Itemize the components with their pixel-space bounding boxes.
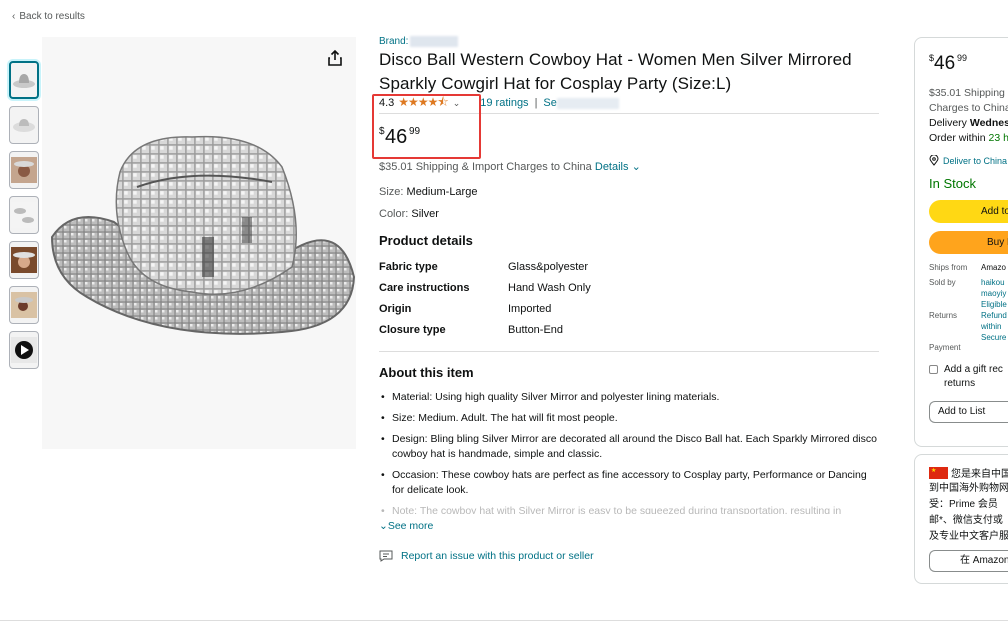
ratings-count-link[interactable]: 19 ratings (480, 97, 528, 109)
buy-box: $ 46 99 $35.01 Shipping Charges to China… (914, 37, 1008, 447)
share-icon[interactable] (326, 49, 344, 67)
details-row: Closure type Button-End (379, 324, 564, 337)
bullet-item: Occasion: These cowboy hats are perfect … (379, 468, 879, 498)
china-flag-icon (929, 466, 948, 479)
buy-now-button[interactable]: Buy N (929, 231, 1008, 254)
brand-link[interactable]: Brand: (379, 36, 879, 47)
back-to-results-link[interactable]: ‹ Back to results (12, 11, 89, 22)
video-thumbnail[interactable] (9, 331, 39, 369)
footer-divider (0, 620, 1008, 621)
chevron-down-icon: ⌄ (379, 520, 388, 533)
brand-name-redacted (410, 36, 459, 47)
thumbnail-3[interactable] (9, 151, 39, 189)
payment-link[interactable]: Secure (981, 332, 1006, 343)
bullet-item: Size: Medium. Adult. The hat will fit mo… (379, 411, 879, 426)
bullet-item: Note: The cowboy hat with Silver Mirror … (379, 504, 879, 514)
report-issue-link[interactable]: Report an issue with this product or sel… (379, 550, 879, 562)
chevron-down-icon: ⌄ (631, 161, 641, 174)
buybox-shipping: $35.01 Shipping (929, 87, 1005, 99)
play-icon (11, 337, 37, 363)
thumbnail-4[interactable] (9, 196, 39, 234)
hat-thumbnail-icon (13, 74, 35, 88)
hat-thumbnail-icon (13, 119, 35, 132)
thumbnail-5[interactable] (9, 241, 39, 279)
details-row: Fabric type Glass&polyester (379, 261, 589, 274)
add-to-cart-button[interactable]: Add to (929, 200, 1008, 223)
returns-link[interactable]: Eligible (981, 299, 1007, 310)
add-to-list-button[interactable]: Add to List (929, 401, 1008, 423)
order-within: Order within 23 h (929, 132, 1008, 144)
thumbnail-2[interactable] (9, 106, 39, 144)
disco-cowboy-hat-image (50, 135, 356, 335)
seller-link[interactable]: haikou (981, 277, 1005, 288)
location-pin-icon (929, 155, 939, 166)
shipping-details-link[interactable]: Details ⌄ (595, 161, 641, 173)
amazon-china-button[interactable]: 在 Amazon (929, 550, 1008, 572)
product-details-table: Fabric type Glass&polyester Care instruct… (379, 261, 879, 345)
bullet-item: Material: Using high quality Silver Mirr… (379, 390, 879, 405)
details-row: Care instructions Hand Wash Only (379, 282, 591, 295)
thumbnail-list (9, 61, 39, 376)
details-row: Origin Imported (379, 303, 552, 316)
delivery-info: Delivery Wednes (929, 117, 1008, 129)
thumbnail-6[interactable] (9, 286, 39, 324)
product-title: Disco Ball Western Cowboy Hat - Women Me… (379, 50, 852, 94)
bullet-item: Design: Bling bling Silver Mirror are de… (379, 432, 879, 462)
buybox-price: $ 46 99 (929, 53, 968, 74)
about-bullets: Material: Using high quality Silver Mirr… (379, 390, 879, 514)
main-product-image[interactable] (42, 37, 356, 449)
deliver-to-link[interactable]: Deliver to China (929, 155, 1008, 166)
checkbox-icon[interactable] (929, 365, 938, 374)
model-thumbnail-icon (11, 157, 37, 183)
size-chart-thumbnail-icon (11, 202, 37, 228)
china-shopping-box: 您是来自中国 到中国海外购物网 受：Prime 会员 邮*、微信支付或 及专业中… (914, 454, 1008, 584)
annotation-highlight-box (372, 94, 481, 159)
size-attribute: Size: Medium-Large (379, 186, 478, 199)
comment-icon (379, 550, 393, 563)
model-thumbnail-icon (11, 247, 37, 273)
separator: | (534, 97, 538, 110)
chevron-left-icon: ‹ (12, 11, 16, 22)
china-heading: 您是来自中国 (929, 465, 1008, 480)
gift-receipt-checkbox[interactable]: Add a gift rec returns (929, 363, 1008, 391)
stock-status: In Stock (929, 176, 976, 191)
search-this-page-link[interactable]: Se (543, 97, 619, 109)
color-attribute: Color: Silver (379, 208, 439, 221)
divider (379, 351, 879, 353)
see-more-link[interactable]: ⌄See more (379, 520, 879, 532)
product-details-heading: Product details (379, 233, 473, 249)
redacted-text (556, 97, 619, 109)
shipping-info: $35.01 Shipping & Import Charges to Chin… (379, 161, 641, 174)
about-heading: About this item (379, 365, 474, 381)
buybox-meta: Ships from Amazo Sold by haikou maoyiy Eli… (929, 263, 1007, 352)
thumbnail-1[interactable] (9, 61, 39, 99)
buybox-shipping-line2: Charges to China (929, 102, 1008, 114)
model-thumbnail-icon (11, 292, 37, 318)
